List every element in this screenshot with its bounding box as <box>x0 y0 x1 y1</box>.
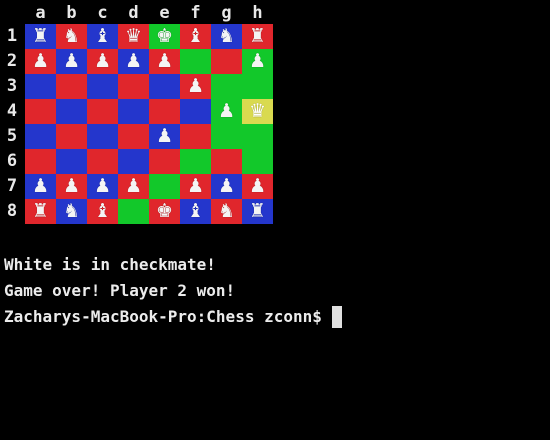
rank-label-5: 5 <box>6 126 18 146</box>
square-e2: ♟ <box>149 49 180 74</box>
file-label-d: d <box>128 3 139 23</box>
square-f3: ♟ <box>180 74 211 99</box>
square-b5 <box>56 124 87 149</box>
rank-label-7: 7 <box>6 176 18 196</box>
square-h1: ♜ <box>242 24 273 49</box>
square-g2 <box>211 49 242 74</box>
square-f6 <box>180 149 211 174</box>
square-h5 <box>242 124 273 149</box>
square-e3 <box>149 74 180 99</box>
square-d8 <box>118 199 149 224</box>
square-e6 <box>149 149 180 174</box>
shell-prompt: Zacharys-MacBook-Pro:Chess zconn$ <box>4 307 322 326</box>
square-c6 <box>87 149 118 174</box>
square-f4 <box>180 99 211 124</box>
square-a7: ♟ <box>25 174 56 199</box>
file-label-b: b <box>66 3 77 23</box>
game-over-message: Game over! Player 2 won! <box>4 281 236 300</box>
square-c5 <box>87 124 118 149</box>
square-b2: ♟ <box>56 49 87 74</box>
square-e5: ♟ <box>149 124 180 149</box>
square-a3 <box>25 74 56 99</box>
square-e4 <box>149 99 180 124</box>
square-a8: ♜ <box>25 199 56 224</box>
square-e1: ♚ <box>149 24 180 49</box>
square-g5 <box>211 124 242 149</box>
terminal-output: White is in checkmate! Game over! Player… <box>4 252 342 330</box>
square-h6 <box>242 149 273 174</box>
square-f2 <box>180 49 211 74</box>
file-label-h: h <box>252 3 263 23</box>
terminal-window[interactable]: abcdefgh 12345678 ♜ ♞ ♝ ♛ ♚ ♝ ♞ ♜ ♟ ♟ ♟ ♟ ♟ ♟ ♟ ♟ ♛ ♟ ♟ ♟ ♟ ♟… <box>0 0 550 440</box>
square-c3 <box>87 74 118 99</box>
square-d5 <box>118 124 149 149</box>
square-a5 <box>25 124 56 149</box>
file-label-g: g <box>221 3 232 23</box>
square-a1: ♜ <box>25 24 56 49</box>
square-g4: ♟ <box>211 99 242 124</box>
square-a4 <box>25 99 56 124</box>
square-g1: ♞ <box>211 24 242 49</box>
square-f5 <box>180 124 211 149</box>
square-h2: ♟ <box>242 49 273 74</box>
square-g8: ♞ <box>211 199 242 224</box>
square-c7: ♟ <box>87 174 118 199</box>
square-g7: ♟ <box>211 174 242 199</box>
file-label-c: c <box>97 3 108 23</box>
square-b1: ♞ <box>56 24 87 49</box>
square-h8: ♜ <box>242 199 273 224</box>
file-label-e: e <box>159 3 170 23</box>
square-e7 <box>149 174 180 199</box>
square-h3 <box>242 74 273 99</box>
file-label-a: a <box>35 3 46 23</box>
square-d3 <box>118 74 149 99</box>
rank-label-6: 6 <box>6 151 18 171</box>
square-d7: ♟ <box>118 174 149 199</box>
square-d6 <box>118 149 149 174</box>
rank-label-4: 4 <box>6 101 18 121</box>
square-d2: ♟ <box>118 49 149 74</box>
rank-label-8: 8 <box>6 201 18 221</box>
text-cursor[interactable] <box>331 306 342 328</box>
square-b8: ♞ <box>56 199 87 224</box>
square-d4 <box>118 99 149 124</box>
square-b7: ♟ <box>56 174 87 199</box>
square-h4: ♛ <box>242 99 273 124</box>
square-b4 <box>56 99 87 124</box>
square-g3 <box>211 74 242 99</box>
square-a2: ♟ <box>25 49 56 74</box>
square-b6 <box>56 149 87 174</box>
square-c8: ♝ <box>87 199 118 224</box>
square-c2: ♟ <box>87 49 118 74</box>
file-label-f: f <box>190 3 201 23</box>
square-f8: ♝ <box>180 199 211 224</box>
rank-label-3: 3 <box>6 76 18 96</box>
square-h7: ♟ <box>242 174 273 199</box>
rank-label-2: 2 <box>6 51 18 71</box>
square-e8: ♚ <box>149 199 180 224</box>
rank-label-1: 1 <box>6 26 18 46</box>
square-c1: ♝ <box>87 24 118 49</box>
checkmate-message: White is in checkmate! <box>4 255 216 274</box>
square-g6 <box>211 149 242 174</box>
square-f7: ♟ <box>180 174 211 199</box>
square-b3 <box>56 74 87 99</box>
square-a6 <box>25 149 56 174</box>
square-c4 <box>87 99 118 124</box>
chess-board: ♜ ♞ ♝ ♛ ♚ ♝ ♞ ♜ ♟ ♟ ♟ ♟ ♟ ♟ ♟ ♟ ♛ ♟ ♟ ♟ ♟ ♟ ♟ ♟ ♟ ♜ ♞ ♝ ♚ ♝ ♞ ♜ <box>25 24 273 224</box>
prompt-line[interactable]: Zacharys-MacBook-Pro:Chess zconn$ <box>4 304 342 330</box>
square-f1: ♝ <box>180 24 211 49</box>
square-d1: ♛ <box>118 24 149 49</box>
